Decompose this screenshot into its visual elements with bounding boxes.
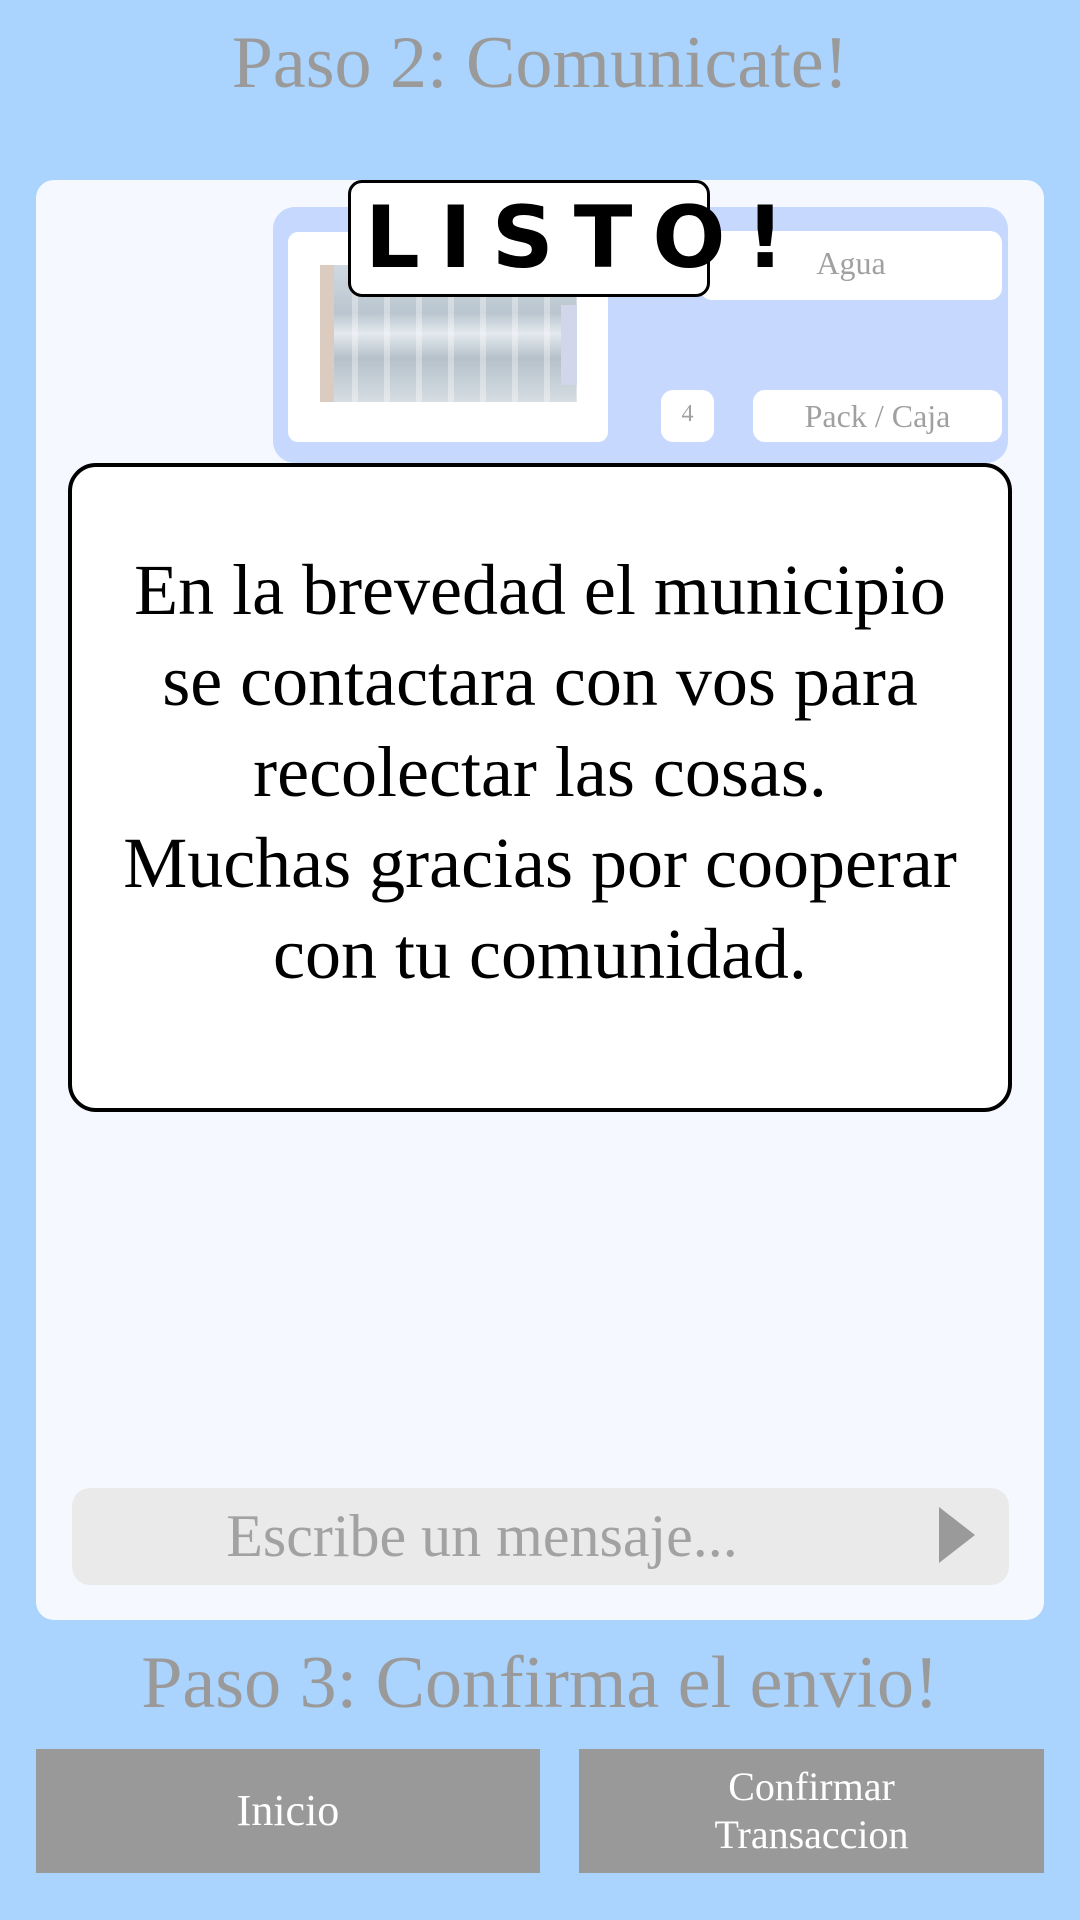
step3-title: Paso 3: Confirma el envio! bbox=[141, 1642, 939, 1724]
message-composer bbox=[72, 1488, 1009, 1585]
confirm-label-line2: Transaccion bbox=[714, 1812, 909, 1857]
confirm-transaction-button[interactable]: Confirmar Transaccion bbox=[579, 1749, 1044, 1873]
send-triangle-icon[interactable] bbox=[937, 1505, 977, 1565]
home-button[interactable]: Inicio bbox=[36, 1749, 540, 1873]
confirm-label-line1: Confirmar bbox=[728, 1764, 895, 1809]
step2-title: Paso 2: Comunicate! bbox=[231, 22, 849, 104]
message-input[interactable] bbox=[182, 1488, 782, 1585]
listo-badge: LISTO! bbox=[348, 180, 785, 297]
confirmation-dialog[interactable]: En la brevedad el municipio se contactar… bbox=[68, 463, 1012, 1112]
item-quantity-field[interactable]: 4 bbox=[661, 390, 714, 442]
item-unit-field[interactable]: Pack / Caja bbox=[753, 390, 1002, 442]
confirmation-message: En la brevedad el municipio se contactar… bbox=[123, 550, 957, 994]
